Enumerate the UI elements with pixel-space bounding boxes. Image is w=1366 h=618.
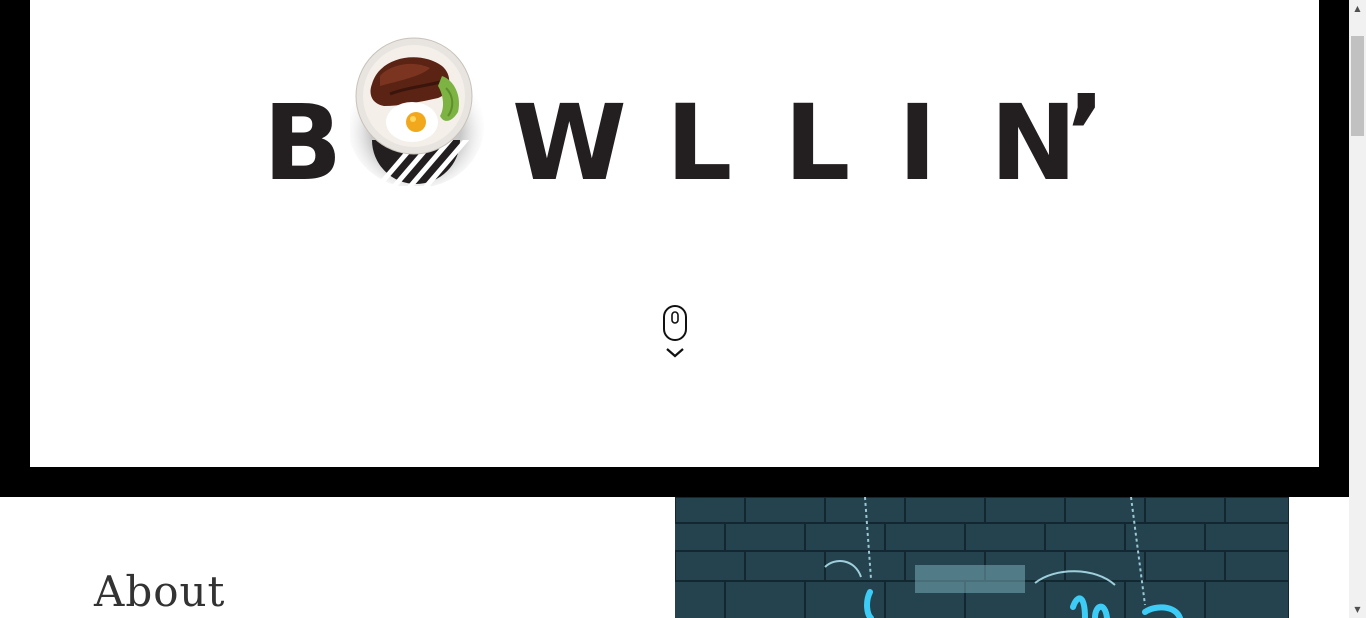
logo-letter-b: B bbox=[263, 82, 343, 204]
logo-apostrophe: ’ bbox=[1066, 72, 1106, 194]
logo-letter-n: N bbox=[990, 82, 1078, 204]
logo-letter-l-2: L bbox=[784, 82, 851, 204]
mouse-scroll-down-icon[interactable] bbox=[662, 305, 688, 365]
vertical-scrollbar[interactable]: ▲ ▼ bbox=[1349, 0, 1366, 618]
neon-sign-photo bbox=[675, 497, 1289, 618]
hero-section: B W L L I N ’ bbox=[0, 0, 1349, 497]
logo-letter-l-1: L bbox=[666, 82, 733, 204]
logo-letter-i: I bbox=[898, 82, 937, 204]
scroll-up-arrow-icon[interactable]: ▲ bbox=[1349, 0, 1366, 17]
scrollbar-thumb[interactable] bbox=[1351, 36, 1364, 136]
scroll-down-arrow-icon[interactable]: ▼ bbox=[1349, 601, 1366, 618]
hero-panel: B W L L I N ’ bbox=[30, 0, 1319, 467]
about-heading: About bbox=[94, 567, 226, 616]
logo-letter-w: W bbox=[512, 82, 627, 204]
rice-bowl-with-fried-egg-icon bbox=[348, 36, 490, 190]
